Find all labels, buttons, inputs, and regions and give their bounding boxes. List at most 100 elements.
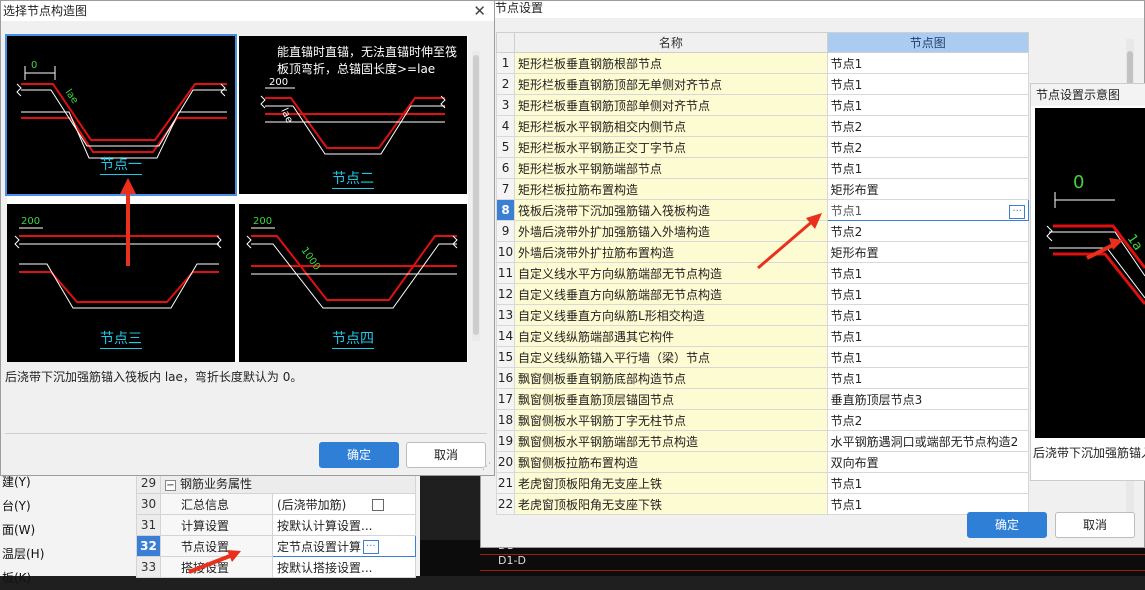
row-number: 3 — [495, 94, 516, 116]
node-name-cell[interactable]: 矩形栏板水平钢筋端部节点 — [514, 157, 828, 179]
list-item[interactable]: 板(K) — [0, 566, 130, 590]
node-name-cell[interactable]: 矩形栏板水平钢筋正交丁字节点 — [514, 136, 828, 158]
node-value-cell[interactable]: 节点1 — [826, 52, 1030, 74]
col-header-node[interactable]: 节点图 — [826, 32, 1030, 53]
table-row[interactable]: 22 老虎窗顶板阳角无支座下铁 节点1 — [495, 493, 1030, 515]
list-item[interactable]: 温层(H) — [0, 542, 130, 566]
row-number: 5 — [495, 136, 516, 158]
table-row[interactable]: 30 汇总信息 (后浇带加筋) — [136, 493, 416, 515]
node-name-cell[interactable]: 老虎窗顶板阳角无支座上铁 — [514, 472, 828, 494]
node-name-cell[interactable]: 矩形栏板垂直钢筋顶部无单侧对齐节点 — [514, 73, 828, 95]
node-name-cell[interactable]: 自定义线垂直方向纵筋端部无节点构造 — [514, 283, 828, 305]
node-value-text: 矩形布置 — [830, 182, 879, 197]
table-row[interactable]: 21 老虎窗顶板阳角无支座上铁 节点1 — [495, 472, 1030, 494]
table-row[interactable]: 18 飘窗侧板水平钢筋丁字无柱节点 节点2 — [495, 409, 1030, 431]
node-value-cell[interactable]: 节点2 — [826, 409, 1030, 431]
node-value-cell[interactable]: 节点2 — [826, 220, 1030, 242]
component-list: 建(Y) 台(Y) 面(W) 温层(H) 板(K) — [0, 470, 130, 590]
ellipsis-button[interactable]: ··· — [1009, 204, 1025, 219]
cancel-button[interactable]: 取消 — [1055, 512, 1135, 538]
close-icon[interactable]: ✕ — [473, 1, 486, 21]
node-thumb-1[interactable]: 0 lae 节点一 — [5, 34, 237, 196]
node-thumb-2[interactable]: 能直锚时直锚，无法直锚时伸至筏板顶弯折，总锚固长度>=lae 200 lae 节… — [239, 36, 467, 194]
prop-name: 计算设置 — [160, 514, 273, 536]
table-row[interactable]: 15 自定义线纵筋锚入平行墙（梁）节点 节点1 — [495, 346, 1030, 368]
node-value-cell[interactable]: 节点1 — [826, 472, 1030, 494]
node-value-cell[interactable]: 节点1 — [826, 367, 1030, 389]
table-row[interactable]: 20 飘窗侧板拉筋布置构造 双向布置 — [495, 451, 1030, 473]
node-value-text: 节点1 — [830, 77, 863, 92]
prop-value[interactable]: 按默认搭接设置... — [272, 556, 416, 578]
scroll-thumb[interactable] — [473, 55, 479, 335]
table-row[interactable]: 31 计算设置 按默认计算设置... — [136, 514, 416, 536]
node-value-cell[interactable]: 节点1 — [826, 157, 1030, 179]
node-name-cell[interactable]: 矩形栏板垂直钢筋顶部单侧对齐节点 — [514, 94, 828, 116]
node-name-cell[interactable]: 老虎窗顶板阳角无支座下铁 — [514, 493, 828, 515]
node-name-cell[interactable]: 飘窗侧板水平钢筋端部无节点构造 — [514, 430, 828, 452]
prop-value[interactable]: 定节点设置计算 ··· — [272, 535, 416, 557]
node-value-cell[interactable]: 矩形布置 — [826, 178, 1030, 200]
node-value-cell[interactable]: 垂直筋顶层节点3 — [826, 388, 1030, 410]
col-header-name[interactable]: 名称 — [514, 32, 828, 53]
cancel-button[interactable]: 取消 — [406, 442, 486, 468]
dim-label: 200 — [21, 216, 40, 227]
node-value-cell[interactable]: 节点1 — [826, 304, 1030, 326]
node-value-cell[interactable]: 节点1 — [826, 73, 1030, 95]
list-item[interactable]: 台(Y) — [0, 494, 130, 518]
node-value-cell[interactable]: 矩形布置 — [826, 241, 1030, 263]
prop-value[interactable]: (后浇带加筋) — [272, 493, 416, 515]
node-name-cell[interactable]: 飘窗侧板水平钢筋丁字无柱节点 — [514, 409, 828, 431]
table-row[interactable]: 1 矩形栏板垂直钢筋根部节点 节点1 — [495, 52, 1030, 74]
node-name-cell[interactable]: 自定义线垂直方向纵筋L形相交构造 — [514, 304, 828, 326]
thumbnail-scrollbar[interactable] — [472, 51, 480, 341]
node-value-cell[interactable]: 水平钢筋遇洞口或端部无节点构造2 — [826, 430, 1030, 452]
table-row[interactable]: 3 矩形栏板垂直钢筋顶部单侧对齐节点 节点1 — [495, 94, 1030, 116]
node-value-cell[interactable]: 节点2 — [826, 136, 1030, 158]
table-row[interactable]: 6 矩形栏板水平钢筋端部节点 节点1 — [495, 157, 1030, 179]
table-row[interactable]: 2 矩形栏板垂直钢筋顶部无单侧对齐节点 节点1 — [495, 73, 1030, 95]
node-value-cell[interactable]: 节点1 — [826, 325, 1030, 347]
node-value-text: 节点1 — [830, 56, 863, 71]
table-row[interactable]: 12 自定义线垂直方向纵筋端部无节点构造 节点1 — [495, 283, 1030, 305]
ellipsis-button[interactable]: ··· — [363, 540, 379, 554]
table-row[interactable]: 14 自定义线纵筋端部遇其它构件 节点1 — [495, 325, 1030, 347]
table-row[interactable]: 17 飘窗侧板垂直筋顶层锚固节点 垂直筋顶层节点3 — [495, 388, 1030, 410]
node-value-text: 节点1 — [830, 308, 863, 323]
node-thumb-4[interactable]: 200 1000 节点四 — [239, 204, 467, 362]
node-name-cell[interactable]: 矩形栏板水平钢筋相交内侧节点 — [514, 115, 828, 137]
table-row[interactable]: 5 矩形栏板水平钢筋正交丁字节点 节点2 — [495, 136, 1030, 158]
preview-caption: 后浇带下沉加强筋锚入 — [1033, 446, 1145, 460]
table-row[interactable]: 7 矩形栏板拉筋布置构造 矩形布置 — [495, 178, 1030, 200]
list-item[interactable]: 面(W) — [0, 518, 130, 542]
table-row[interactable]: 4 矩形栏板水平钢筋相交内侧节点 节点2 — [495, 115, 1030, 137]
table-row[interactable]: 16 飘窗侧板垂直钢筋底部构造节点 节点1 — [495, 367, 1030, 389]
node-value-cell[interactable]: 节点1 — [826, 346, 1030, 368]
node-name-cell[interactable]: 飘窗侧板拉筋布置构造 — [514, 451, 828, 473]
resize-grip-icon[interactable]: ⋰ — [482, 462, 491, 472]
node-name-cell[interactable]: 矩形栏板垂直钢筋根部节点 — [514, 52, 828, 74]
annotation-arrow-icon — [120, 178, 136, 266]
node-value-cell[interactable]: 节点1 ··· — [826, 199, 1030, 221]
checkbox[interactable] — [372, 499, 385, 511]
table-row[interactable]: 32 节点设置 定节点设置计算 ··· — [136, 535, 416, 557]
node-name-cell[interactable]: 飘窗侧板垂直筋顶层锚固节点 — [514, 388, 828, 410]
row-number: 19 — [495, 430, 516, 452]
ok-button[interactable]: 确定 — [967, 512, 1047, 538]
node-value-cell[interactable]: 节点1 — [826, 94, 1030, 116]
table-row[interactable]: 33 搭接设置 按默认搭接设置... — [136, 556, 416, 578]
node-name-cell[interactable]: 飘窗侧板垂直钢筋底部构造节点 — [514, 367, 828, 389]
table-row[interactable]: 13 自定义线垂直方向纵筋L形相交构造 节点1 — [495, 304, 1030, 326]
node-value-cell[interactable]: 节点1 — [826, 262, 1030, 284]
node-name-cell[interactable]: 自定义线纵筋端部遇其它构件 — [514, 325, 828, 347]
prop-value[interactable]: 按默认计算设置... — [272, 514, 416, 536]
row-number: 9 — [495, 220, 516, 242]
node-value-cell[interactable]: 双向布置 — [826, 451, 1030, 473]
node-name-cell[interactable]: 矩形栏板拉筋布置构造 — [514, 178, 828, 200]
ok-button[interactable]: 确定 — [319, 442, 399, 468]
col-header-no — [495, 32, 516, 53]
collapse-icon[interactable]: − — [165, 479, 176, 491]
node-value-cell[interactable]: 节点1 — [826, 283, 1030, 305]
node-value-cell[interactable]: 节点2 — [826, 115, 1030, 137]
node-name-cell[interactable]: 自定义线纵筋锚入平行墙（梁）节点 — [514, 346, 828, 368]
table-row[interactable]: 19 飘窗侧板水平钢筋端部无节点构造 水平钢筋遇洞口或端部无节点构造2 — [495, 430, 1030, 452]
